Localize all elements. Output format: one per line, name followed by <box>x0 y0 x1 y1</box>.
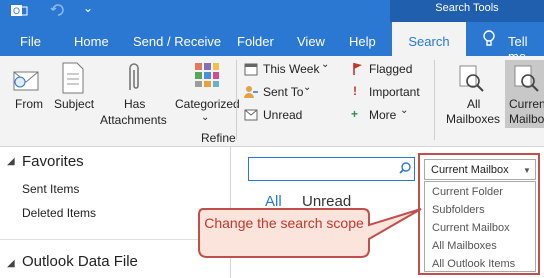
categorized-button[interactable]: Categorized <box>175 97 240 111</box>
tab-send-receive[interactable]: Send / Receive <box>133 34 221 49</box>
tab-file[interactable]: File <box>20 34 41 49</box>
has-attachments-label-2[interactable]: Attachments <box>100 113 167 127</box>
favorites-collapse-icon[interactable]: ◢ <box>7 156 15 167</box>
current-mailbox-button[interactable]: Current Mailbo <box>505 60 544 128</box>
subject-document-icon <box>62 62 84 94</box>
annotation-highlight-frame <box>418 153 540 275</box>
ribbon-separator <box>236 60 237 140</box>
tab-search[interactable]: Search <box>392 22 466 56</box>
from-button[interactable]: From <box>15 97 43 111</box>
qat-customize-icon[interactable]: ⌄ <box>83 1 93 15</box>
subject-button[interactable]: Subject <box>54 97 94 111</box>
favorites-header[interactable]: Favorites <box>22 153 84 170</box>
sent-to-person-icon <box>244 86 258 98</box>
this-week-dropdown-icon[interactable]: ⌄ <box>321 59 329 70</box>
all-mailboxes-label-2[interactable]: Mailboxes <box>446 112 500 126</box>
all-mailboxes-label-1[interactable]: All <box>467 97 480 111</box>
folder-sent-items[interactable]: Sent Items <box>22 182 79 196</box>
folder-deleted-items[interactable]: Deleted Items <box>22 206 96 220</box>
current-mailbox-label-1: Current <box>509 97 544 111</box>
from-envelope-icon <box>13 71 39 91</box>
flagged-button[interactable]: Flagged <box>369 62 412 76</box>
current-mailbox-icon <box>514 65 539 92</box>
ribbon: From Subject Has Attachments Categorized… <box>0 56 544 147</box>
all-mailboxes-icon <box>459 65 484 92</box>
lightbulb-icon <box>483 30 495 46</box>
has-attachments-label-1[interactable]: Has <box>124 97 145 111</box>
svg-text:O: O <box>13 6 20 16</box>
unread-envelope-icon <box>244 109 258 121</box>
search-input[interactable] <box>248 157 415 181</box>
paperclip-icon <box>129 63 139 90</box>
tab-help[interactable]: Help <box>349 34 376 49</box>
data-file-collapse-icon[interactable]: ◢ <box>7 258 15 269</box>
this-week-button[interactable]: This Week <box>263 62 319 76</box>
ribbon-separator <box>434 60 435 140</box>
undo-icon[interactable] <box>50 3 64 17</box>
calendar-icon <box>244 63 258 76</box>
flag-icon <box>353 63 362 75</box>
tab-folder[interactable]: Folder <box>237 34 274 49</box>
important-button[interactable]: Important <box>369 85 420 99</box>
sent-to-dropdown-icon[interactable]: ⌄ <box>303 82 311 93</box>
more-dropdown-icon[interactable]: ⌄ <box>400 105 408 116</box>
tab-home[interactable]: Home <box>74 34 109 49</box>
outlook-data-file-header[interactable]: Outlook Data File <box>22 253 138 270</box>
sent-to-button[interactable]: Sent To <box>263 85 303 99</box>
annotation-callout-text: Change the search scope <box>204 215 364 231</box>
unread-filter-button[interactable]: Unread <box>263 108 302 122</box>
categorize-grid-icon <box>195 63 219 87</box>
more-plus-icon: + <box>351 107 359 121</box>
current-mailbox-label-2: Mailbo <box>509 112 544 126</box>
more-button[interactable]: More <box>369 108 396 122</box>
categorized-dropdown-icon[interactable]: ⌄ <box>201 112 209 123</box>
search-icon[interactable] <box>399 162 411 174</box>
refine-group-label: Refine <box>201 131 236 145</box>
outlook-app-icon: O <box>11 5 28 16</box>
important-icon: ! <box>353 84 357 98</box>
search-tools-label: Search Tools <box>390 0 544 22</box>
tab-view[interactable]: View <box>297 34 325 49</box>
